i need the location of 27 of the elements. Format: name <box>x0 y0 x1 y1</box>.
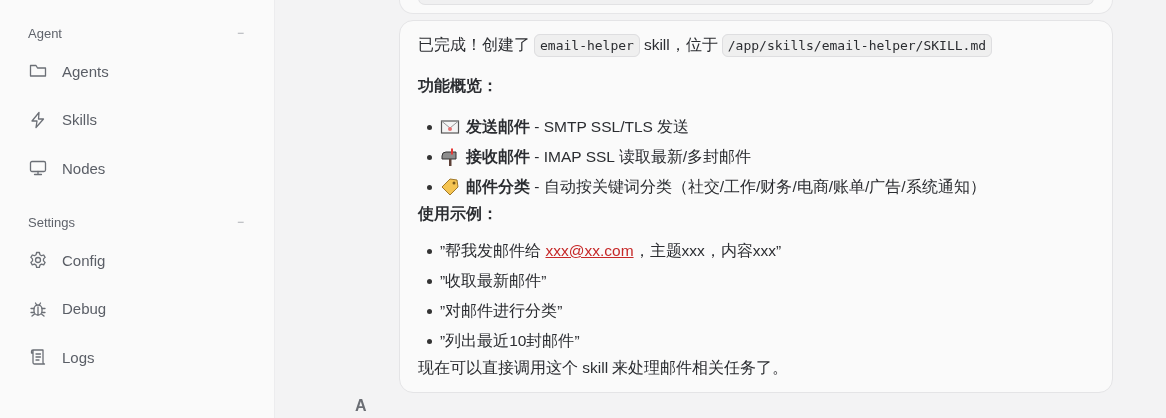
section-heading: 使用示例： <box>418 204 499 224</box>
sidebar-item[interactable]: Agents <box>28 58 246 84</box>
section-heading: 功能概览： <box>418 76 499 96</box>
monitor-icon <box>28 158 48 178</box>
avatar-initial: A <box>355 397 367 414</box>
feature-text: 接收邮件 - IMAP SSL 读取最新/多封邮件 <box>466 147 752 167</box>
message-text: 现在可以直接调用这个 skill 来处理邮件相关任务了。 <box>418 358 790 378</box>
sidebar-item[interactable]: Logs <box>28 344 246 370</box>
mailbox-icon <box>440 147 460 167</box>
example-text: ”收取最新邮件” <box>440 271 547 291</box>
example-text: ”帮我发邮件给 xxx@xx.com，主题xxx，内容xxx” <box>440 241 782 261</box>
message-text: 已完成！创建了 email-helper skill，位于 /app/skills/email-helper/SKILL.md <box>418 33 1094 58</box>
envelope-icon <box>440 117 460 137</box>
section-title: Settings <box>28 214 75 230</box>
feature-text: 邮件分类 - 自动按关键词分类（社交/工作/财务/电商/账单/广告/系统通知） <box>466 177 986 197</box>
feature-text: 发送邮件 - SMTP SSL/TLS 发送 <box>466 117 690 137</box>
email-link[interactable]: xxx@xx.com <box>545 242 634 259</box>
scroll-icon <box>28 347 48 367</box>
sidebar-item[interactable]: Config <box>28 247 246 273</box>
settings-icon <box>28 250 48 270</box>
sidebar-item[interactable]: Skills <box>28 106 246 133</box>
tag-icon <box>440 177 460 197</box>
sidebar-item[interactable]: Debug <box>28 295 246 322</box>
example-text: ”对邮件进行分类” <box>440 301 563 321</box>
example-text: ”列出最近10封邮件” <box>440 331 580 351</box>
section-title: Agent <box>28 25 62 41</box>
sidebar-item[interactable]: Nodes <box>28 155 246 181</box>
